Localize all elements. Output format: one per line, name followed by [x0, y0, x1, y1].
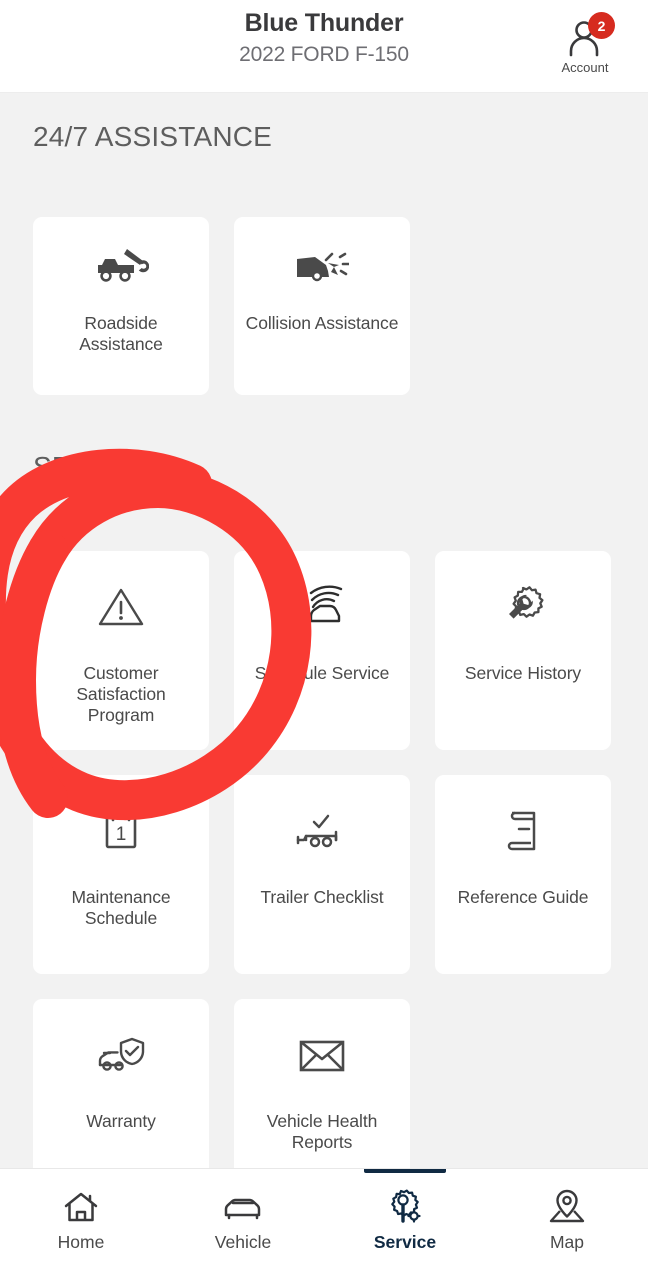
wrench-gear-icon: [384, 1187, 426, 1227]
card-label: Reference Guide: [457, 887, 589, 907]
card-label: Maintenance Schedule: [71, 887, 171, 928]
trailer-check-icon: [234, 775, 410, 887]
account-button[interactable]: 2 Account: [548, 12, 622, 75]
card-label: Customer Satisfaction Program: [76, 663, 166, 725]
calendar-icon: 1: [33, 775, 209, 887]
account-notification-badge: 2: [588, 12, 615, 39]
section-title-service: SERVICE: [33, 451, 157, 482]
account-label: Account: [561, 60, 609, 75]
nav-label: Home: [57, 1232, 105, 1252]
card-maintenance-schedule[interactable]: 1 Maintenance Schedule: [33, 775, 209, 974]
service-card-grid: Customer Satisfaction Program Schedule S…: [33, 551, 615, 1198]
nav-label: Map: [549, 1232, 585, 1252]
active-tab-indicator: [364, 1169, 446, 1173]
nav-item-vehicle[interactable]: Vehicle: [162, 1169, 324, 1263]
card-label: Warranty: [86, 1111, 156, 1131]
gear-wrench-icon: [435, 551, 611, 663]
tow-truck-icon: [33, 217, 209, 313]
card-label: Collision Assistance: [245, 313, 399, 333]
app-header: Blue Thunder 2022 FORD F-150 2 Account: [0, 0, 648, 93]
card-label: Vehicle Health Reports: [266, 1111, 378, 1152]
nav-label: Vehicle: [214, 1232, 272, 1252]
card-label: Schedule Service: [254, 663, 390, 683]
assistance-card-grid: Roadside Assistance Collision Assistance: [33, 217, 615, 395]
card-roadside-assistance[interactable]: Roadside Assistance: [33, 217, 209, 395]
card-reference-guide[interactable]: Reference Guide: [435, 775, 611, 974]
card-customer-satisfaction-program[interactable]: Customer Satisfaction Program: [33, 551, 209, 750]
collision-car-icon: [234, 217, 410, 313]
bottom-navigation-bar: Home Vehicle Service Map: [0, 1168, 648, 1263]
card-label: Trailer Checklist: [260, 887, 384, 907]
book-icon: [435, 775, 611, 887]
nav-label: Service: [373, 1232, 437, 1252]
account-icon-wrapper: 2: [564, 12, 615, 58]
nav-item-home[interactable]: Home: [0, 1169, 162, 1263]
home-icon: [62, 1187, 100, 1227]
car-shield-icon: [33, 999, 209, 1111]
card-service-history[interactable]: Service History: [435, 551, 611, 750]
car-icon: [221, 1187, 265, 1227]
svg-text:1: 1: [116, 824, 127, 845]
envelope-icon: [234, 999, 410, 1111]
card-trailer-checklist[interactable]: Trailer Checklist: [234, 775, 410, 974]
nav-item-service[interactable]: Service: [324, 1169, 486, 1263]
section-title-assistance: 24/7 ASSISTANCE: [33, 121, 273, 152]
card-label: Service History: [464, 663, 582, 683]
warning-triangle-icon: [33, 551, 209, 663]
car-wave-icon: [234, 551, 410, 663]
nav-item-map[interactable]: Map: [486, 1169, 648, 1263]
map-pin-icon: [547, 1187, 587, 1227]
card-label: Roadside Assistance: [79, 313, 163, 354]
card-schedule-service[interactable]: Schedule Service: [234, 551, 410, 750]
card-collision-assistance[interactable]: Collision Assistance: [234, 217, 410, 395]
